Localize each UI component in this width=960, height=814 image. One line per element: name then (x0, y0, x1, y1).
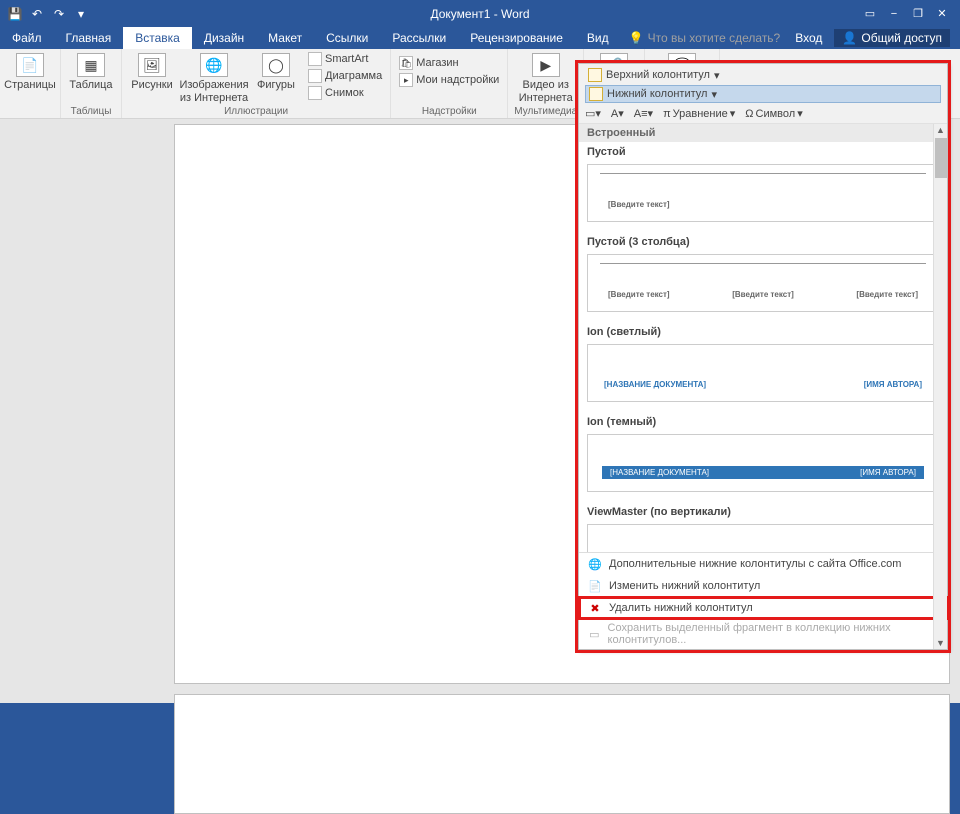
lightbulb-icon: 💡 (629, 31, 644, 45)
footer-template-blank-3col[interactable]: Пустой (3 столбца) [Введите текст][Введи… (587, 236, 939, 312)
header-icon (588, 68, 602, 82)
my-addins-button[interactable]: ▸Мои надстройки (397, 72, 501, 88)
tab-view[interactable]: Вид (575, 27, 621, 49)
share-icon: 👤 (842, 31, 857, 45)
quick-access-toolbar: 💾 ↶ ↷ ▾ (0, 5, 90, 23)
template-title: Ion (светлый) (587, 326, 939, 338)
tell-me-placeholder: Что вы хотите сделать? (648, 31, 781, 45)
tab-mailings[interactable]: Рассылки (380, 27, 458, 49)
tab-file[interactable]: Файл (0, 27, 54, 49)
tab-references[interactable]: Ссылки (314, 27, 380, 49)
redo-icon[interactable]: ↷ (50, 5, 68, 23)
template-title: ViewMaster (по вертикали) (587, 506, 939, 518)
scroll-up-icon[interactable]: ▲ (936, 125, 945, 135)
gallery-header-builtin: Встроенный (579, 124, 947, 142)
group-label-addins: Надстройки (422, 105, 477, 118)
pictures-button[interactable]: 🖼Рисунки (128, 51, 176, 92)
footer-gallery-panel: Верхний колонтитул ▾ Нижний колонтитул ▾… (578, 63, 948, 650)
pages-button[interactable]: 📄Страницы (6, 51, 54, 92)
save-selection-icon: ▭ (587, 626, 602, 642)
textbox-button[interactable]: ▭▾ (585, 107, 601, 120)
ribbon-tabs: Файл Главная Вставка Дизайн Макет Ссылки… (0, 27, 960, 49)
shapes-button[interactable]: ◯Фигуры (252, 51, 300, 92)
gallery-body: Пустой [Введите текст] Пустой (3 столбца… (579, 142, 947, 552)
smartart-button[interactable]: SmartArt (306, 51, 384, 67)
online-video-button[interactable]: ▶Видео из Интернета (518, 51, 574, 104)
window-title: Документ1 - Word (430, 7, 529, 21)
footer-template-ion-light[interactable]: Ion (светлый) [НАЗВАНИЕ ДОКУМЕНТА][ИМЯ А… (587, 326, 939, 402)
login-link[interactable]: Вход (795, 31, 822, 45)
remove-icon: ✖ (587, 600, 603, 616)
gallery-scrollbar[interactable]: ▲ ▼ (933, 124, 947, 649)
group-label-media: Мультимедиа (514, 105, 577, 118)
template-title: Пустой (587, 146, 939, 158)
undo-icon[interactable]: ↶ (28, 5, 46, 23)
screenshot-button[interactable]: Снимок (306, 85, 384, 101)
window-controls: ▭ − ❐ ✕ (862, 6, 960, 22)
group-label-illustrations: Иллюстрации (224, 105, 288, 118)
share-button[interactable]: 👤 Общий доступ (834, 29, 950, 47)
footer-template-ion-dark[interactable]: Ion (темный) [НАЗВАНИЕ ДОКУМЕНТА][ИМЯ АВ… (587, 416, 939, 492)
footer-dropdown[interactable]: Нижний колонтитул ▾ (585, 85, 941, 103)
header-dropdown[interactable]: Верхний колонтитул ▾ (585, 67, 941, 83)
footer-template-viewmaster[interactable]: ViewMaster (по вертикали) (587, 506, 939, 552)
scroll-thumb[interactable] (935, 138, 947, 178)
close-icon[interactable]: ✕ (934, 6, 950, 22)
minimize-icon[interactable]: − (886, 6, 902, 22)
title-bar: 💾 ↶ ↷ ▾ Документ1 - Word ▭ − ❐ ✕ (0, 0, 960, 27)
tab-layout[interactable]: Макет (256, 27, 314, 49)
remove-footer-button[interactable]: ✖ Удалить нижний колонтитул (579, 597, 947, 619)
ribbon-options-icon[interactable]: ▭ (862, 6, 878, 22)
tab-review[interactable]: Рецензирование (458, 27, 575, 49)
store-button[interactable]: 🛍Магазин (397, 55, 501, 71)
online-pictures-button[interactable]: 🌐Изображения из Интернета (182, 51, 246, 104)
more-from-office-button[interactable]: 🌐 Дополнительные нижние колонтитулы с са… (579, 553, 947, 575)
tell-me-search[interactable]: 💡 Что вы хотите сделать? (621, 27, 789, 49)
restore-icon[interactable]: ❐ (910, 6, 926, 22)
group-label-tables: Таблицы (71, 105, 112, 118)
scroll-down-icon[interactable]: ▼ (936, 638, 945, 648)
equation-button[interactable]: π Уравнение ▾ (663, 107, 735, 120)
footer-icon (589, 87, 603, 101)
document-page-next[interactable] (174, 694, 950, 814)
tab-design[interactable]: Дизайн (192, 27, 256, 49)
wordart-button[interactable]: A▾ (611, 107, 624, 120)
template-title: Ion (темный) (587, 416, 939, 428)
tab-home[interactable]: Главная (54, 27, 124, 49)
footer-template-blank[interactable]: Пустой [Введите текст] (587, 146, 939, 222)
template-title: Пустой (3 столбца) (587, 236, 939, 248)
qat-more-icon[interactable]: ▾ (72, 5, 90, 23)
share-label: Общий доступ (861, 31, 942, 45)
edit-icon: 📄 (587, 578, 603, 594)
office-icon: 🌐 (587, 556, 603, 572)
tab-insert[interactable]: Вставка (123, 27, 192, 49)
dropcap-button[interactable]: A≡▾ (634, 107, 653, 120)
edit-footer-button[interactable]: 📄 Изменить нижний колонтитул (579, 575, 947, 597)
symbol-button[interactable]: Ω Символ ▾ (745, 107, 802, 120)
save-selection-button: ▭ Сохранить выделенный фрагмент в коллек… (579, 619, 947, 649)
chart-button[interactable]: Диаграмма (306, 68, 384, 84)
table-button[interactable]: ▦Таблица (67, 51, 115, 92)
save-icon[interactable]: 💾 (6, 5, 24, 23)
